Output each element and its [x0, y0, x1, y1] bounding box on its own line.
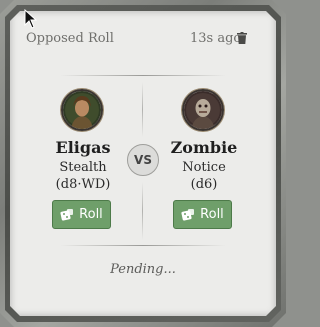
card-title: Opposed Roll [26, 31, 114, 46]
left-die: (d8·WD) [55, 177, 111, 192]
center-divider-bottom [142, 182, 143, 240]
right-roll-button[interactable]: Roll [173, 200, 232, 229]
left-combatant-name: Eligas [55, 138, 111, 157]
timestamp: 13s ago [190, 31, 242, 46]
trash-icon[interactable] [237, 32, 247, 44]
zombie-avatar [182, 89, 224, 131]
bottom-divider [60, 245, 226, 246]
left-skill: Stealth [59, 160, 107, 175]
right-die: (d6) [190, 177, 218, 192]
eligas-avatar [61, 89, 103, 131]
mouse-cursor-icon [24, 9, 38, 29]
left-roll-button[interactable]: Roll [52, 200, 111, 229]
right-roll-label: Roll [200, 207, 224, 222]
center-divider-top [142, 82, 143, 137]
dice-icon [181, 208, 195, 221]
right-combatant-name: Zombie [170, 138, 238, 157]
dice-icon [60, 208, 74, 221]
right-skill: Notice [182, 160, 226, 175]
status-text: Pending... [110, 262, 176, 277]
top-divider [60, 75, 226, 76]
left-roll-label: Roll [79, 207, 103, 222]
